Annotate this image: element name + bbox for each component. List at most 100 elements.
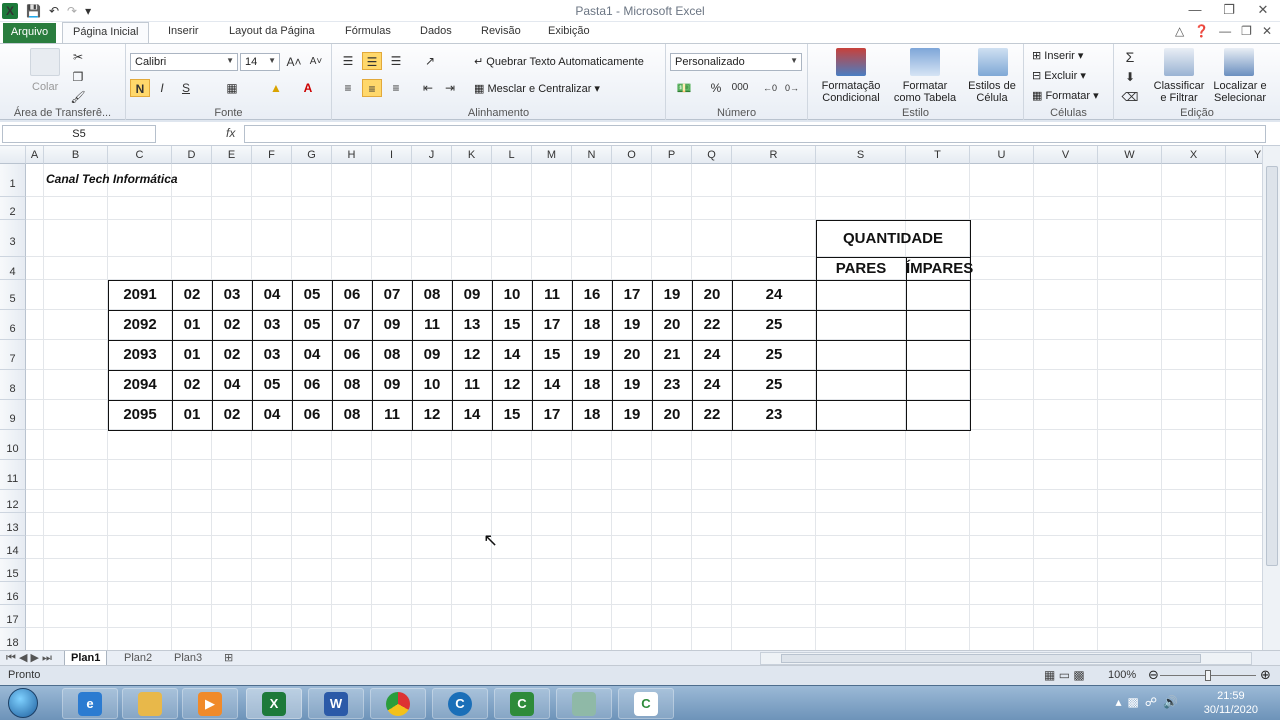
column-header-e[interactable]: E <box>212 146 252 164</box>
format-painter-icon[interactable]: 🖌 <box>68 88 88 106</box>
paste-icon[interactable] <box>30 48 60 76</box>
tab-insert[interactable]: Inserir <box>168 25 199 37</box>
system-tray-icons[interactable]: ▴▩☍🔊 <box>1116 695 1184 709</box>
number-cell[interactable]: 05 <box>292 310 332 340</box>
draw-id-cell[interactable]: 2094 <box>108 370 172 400</box>
taskbar-excel[interactable]: X <box>246 688 302 719</box>
zoom-slider-knob[interactable] <box>1205 670 1211 681</box>
column-header-u[interactable]: U <box>970 146 1034 164</box>
pares-count-cell[interactable] <box>816 310 906 340</box>
cell-styles-icon[interactable] <box>978 48 1008 76</box>
sheet-tab-plan2[interactable]: Plan2 <box>124 651 152 666</box>
number-cell[interactable]: 22 <box>692 400 732 430</box>
impares-count-cell[interactable] <box>906 280 970 310</box>
number-cell[interactable]: 19 <box>612 310 652 340</box>
number-cell[interactable]: 13 <box>452 310 492 340</box>
column-header-j[interactable]: J <box>412 146 452 164</box>
number-cell[interactable]: 15 <box>532 340 572 370</box>
number-cell[interactable]: 24 <box>692 340 732 370</box>
draw-id-cell[interactable]: 2095 <box>108 400 172 430</box>
vertical-scroll-thumb[interactable] <box>1266 166 1278 566</box>
taskbar-ie[interactable]: e <box>62 688 118 719</box>
number-cell[interactable]: 12 <box>412 400 452 430</box>
number-cell[interactable]: 07 <box>332 310 372 340</box>
increase-decimal-icon[interactable]: ←0 <box>760 79 780 97</box>
column-header-y[interactable]: Y <box>1226 146 1262 164</box>
number-cell[interactable]: 20 <box>612 340 652 370</box>
column-header-v[interactable]: V <box>1034 146 1098 164</box>
number-cell[interactable]: 02 <box>212 310 252 340</box>
number-cell[interactable]: 09 <box>372 310 412 340</box>
tab-review[interactable]: Revisão <box>481 25 521 37</box>
taskbar-camtasia[interactable]: C <box>494 688 550 719</box>
number-cell[interactable]: 23 <box>732 400 816 430</box>
format-as-table-button[interactable]: Formatar como Tabela <box>890 80 960 104</box>
sort-filter-icon[interactable] <box>1164 48 1194 76</box>
row-header-10[interactable]: 10 <box>0 430 26 460</box>
conditional-formatting-button[interactable]: Formatação Condicional <box>818 80 884 104</box>
number-cell[interactable]: 25 <box>732 340 816 370</box>
font-size-combo[interactable]: 14 ▼ <box>240 53 280 71</box>
number-cell[interactable]: 24 <box>692 370 732 400</box>
column-header-t[interactable]: T <box>906 146 970 164</box>
cut-icon[interactable]: ✂ <box>68 48 88 66</box>
horizontal-scrollbar[interactable] <box>760 652 1252 665</box>
number-cell[interactable]: 07 <box>372 280 412 310</box>
tab-formulas[interactable]: Fórmulas <box>345 25 391 37</box>
column-header-l[interactable]: L <box>492 146 532 164</box>
impares-count-cell[interactable] <box>906 340 970 370</box>
number-cell[interactable]: 23 <box>652 370 692 400</box>
font-color-icon[interactable]: A <box>298 79 318 97</box>
column-header-c[interactable]: C <box>108 146 172 164</box>
number-cell[interactable]: 11 <box>412 310 452 340</box>
number-cell[interactable]: 08 <box>332 370 372 400</box>
doc-close-icon[interactable]: ✕ <box>1262 24 1272 38</box>
taskbar-chrome[interactable] <box>370 688 426 719</box>
cell-styles-button[interactable]: Estilos de Célula <box>964 80 1020 104</box>
sheet-tab-plan1[interactable]: Plan1 <box>64 651 108 666</box>
fill-icon[interactable]: ⬇ <box>1120 68 1140 86</box>
number-cell[interactable]: 04 <box>292 340 332 370</box>
tab-home[interactable]: Página Inicial <box>62 22 150 43</box>
row-header-2[interactable]: 2 <box>0 197 26 220</box>
number-cell[interactable]: 11 <box>372 400 412 430</box>
wrap-text-button[interactable]: ↵ Quebrar Texto Automaticamente <box>474 55 644 68</box>
sort-filter-button[interactable]: Classificar e Filtrar <box>1150 80 1208 104</box>
borders-icon[interactable]: ▦ <box>222 79 242 97</box>
pares-count-cell[interactable] <box>816 280 906 310</box>
number-cell[interactable]: 17 <box>532 400 572 430</box>
number-cell[interactable]: 01 <box>172 310 212 340</box>
vertical-scrollbar[interactable] <box>1262 146 1280 651</box>
impares-count-cell[interactable] <box>906 310 970 340</box>
align-right-icon[interactable]: ≡ <box>386 79 406 97</box>
row-header-13[interactable]: 13 <box>0 513 26 536</box>
number-cell[interactable]: 10 <box>412 370 452 400</box>
number-cell[interactable]: 14 <box>452 400 492 430</box>
impares-count-cell[interactable] <box>906 370 970 400</box>
number-cell[interactable]: 06 <box>292 370 332 400</box>
page-layout-view-icon[interactable]: ▭ <box>1059 668 1070 682</box>
row-header-8[interactable]: 8 <box>0 370 26 400</box>
column-header-g[interactable]: G <box>292 146 332 164</box>
select-all-corner[interactable] <box>0 146 26 164</box>
taskbar-word[interactable]: W <box>308 688 364 719</box>
row-header-11[interactable]: 11 <box>0 460 26 490</box>
column-header-p[interactable]: P <box>652 146 692 164</box>
pares-header[interactable]: PARES <box>816 257 906 280</box>
number-cell[interactable]: 18 <box>572 400 612 430</box>
increase-indent-icon[interactable]: ⇥ <box>440 79 460 97</box>
number-cell[interactable]: 16 <box>572 280 612 310</box>
column-header-a[interactable]: A <box>26 146 44 164</box>
find-select-icon[interactable] <box>1224 48 1254 76</box>
taskbar-camtasia-recorder[interactable]: C <box>618 688 674 719</box>
align-left-icon[interactable]: ≡ <box>338 79 358 97</box>
sheet-nav-icon[interactable]: ⏮ ◀ ▶ ⏭ <box>6 651 52 666</box>
number-cell[interactable]: 21 <box>652 340 692 370</box>
number-cell[interactable]: 19 <box>612 400 652 430</box>
number-cell[interactable]: 11 <box>452 370 492 400</box>
number-cell[interactable]: 10 <box>492 280 532 310</box>
pares-count-cell[interactable] <box>816 340 906 370</box>
worksheet-grid[interactable]: A B C D E F G H I J K L M N O P Q R S T U V W X Y 1 2 3 4 5 6 7 8 9 10 11 12… <box>0 146 1262 651</box>
find-select-button[interactable]: Localizar e Selecionar <box>1210 80 1270 104</box>
horizontal-scroll-thumb[interactable] <box>781 654 1201 663</box>
